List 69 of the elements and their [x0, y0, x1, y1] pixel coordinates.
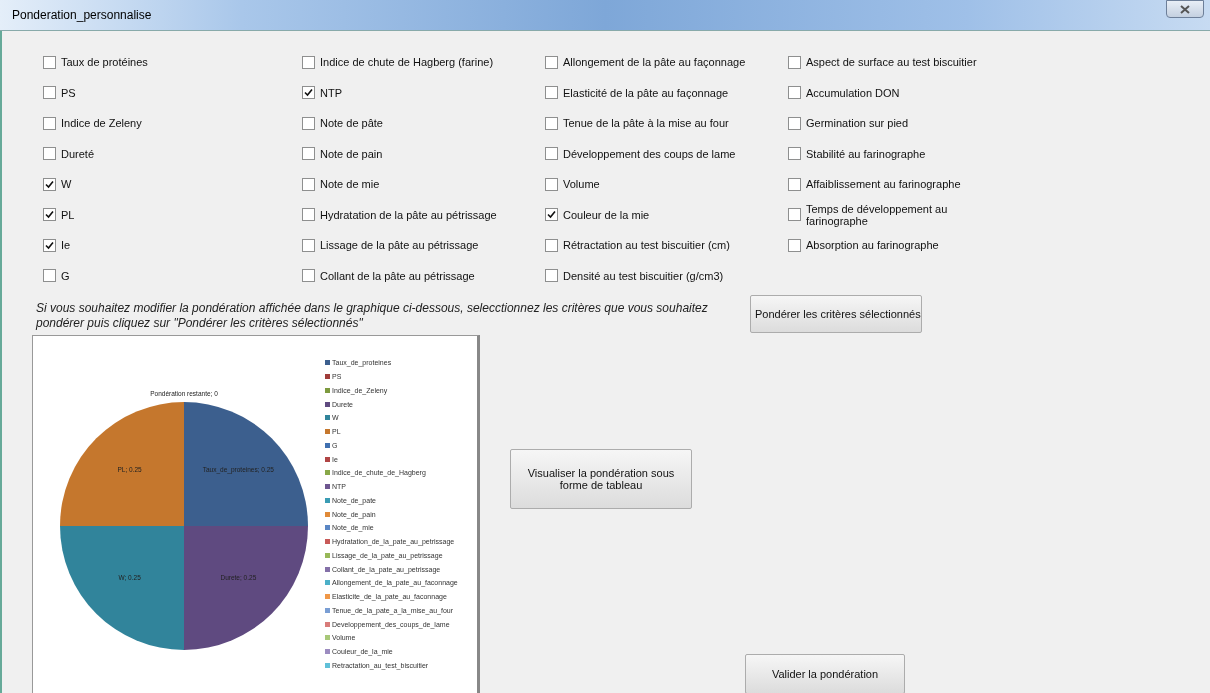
checkbox-label[interactable]: Ie	[61, 239, 71, 252]
checkbox[interactable]	[302, 147, 315, 161]
checkbox[interactable]	[545, 177, 558, 191]
checkbox[interactable]	[788, 86, 801, 100]
checkbox-label[interactable]: Affaiblissement au farinographe	[806, 178, 961, 191]
validate-button[interactable]: Valider la pondération	[745, 654, 905, 693]
checkbox-label[interactable]: Indice de chute de Hagberg (farine)	[320, 56, 494, 69]
checkbox-label[interactable]: NTP	[320, 86, 342, 99]
checkbox[interactable]	[302, 208, 315, 222]
checkbox-label[interactable]: Couleur de la mie	[563, 208, 650, 221]
checkbox[interactable]	[43, 208, 56, 222]
checkbox-label[interactable]: W	[61, 178, 72, 191]
checkbox-label[interactable]: Indice de Zeleny	[61, 117, 142, 130]
instruction-text: Si vous souhaitez modifier la pondération affichée dans le graphique ci-dessous, selecctionnez les critères que vous souhaitez pondérer puis cliquez sur "Pondérer les critères sélectionnés"	[36, 301, 709, 331]
window-title: Ponderation_personnalise	[12, 8, 152, 22]
checkbox-label[interactable]: Stabilité au farinographe	[806, 147, 926, 160]
close-button[interactable]	[1166, 0, 1204, 18]
checkbox-label[interactable]: Elasticité de la pâte au façonnage	[563, 86, 729, 99]
checkbox[interactable]	[302, 269, 315, 283]
checkbox[interactable]	[302, 238, 315, 252]
checkbox[interactable]	[545, 238, 558, 252]
checkbox-label[interactable]: Allongement de la pâte au façonnage	[563, 56, 746, 69]
checkbox[interactable]	[302, 177, 315, 191]
checkbox-label[interactable]: Rétractation au test biscuitier (cm)	[563, 239, 730, 252]
view-table-button[interactable]: Visualiser la pondération sous forme de tableau	[510, 449, 692, 509]
checkbox-label[interactable]: Tenue de la pâte à la mise au four	[563, 117, 729, 130]
close-icon	[1180, 4, 1190, 14]
checkbox[interactable]	[545, 208, 558, 222]
checkbox-label[interactable]: Germination sur pied	[806, 117, 909, 130]
checkbox-label[interactable]: Accumulation DON	[806, 86, 900, 99]
checkbox-label[interactable]: Note de pâte	[320, 117, 383, 130]
checkbox[interactable]	[788, 238, 801, 252]
checkbox[interactable]	[788, 147, 801, 161]
checkbox-label[interactable]: Lissage de la pâte au pétrissage	[320, 239, 479, 252]
weight-button[interactable]: Pondérer les critères sélectionnés	[750, 295, 922, 333]
checkbox[interactable]	[302, 86, 315, 100]
checkbox-label[interactable]: Collant de la pâte au pétrissage	[320, 269, 475, 282]
checkbox-label[interactable]: Note de mie	[320, 178, 380, 191]
checkbox[interactable]	[302, 116, 315, 130]
checkbox[interactable]	[43, 177, 56, 191]
checkbox-label[interactable]: Volume	[563, 178, 600, 191]
checkbox[interactable]	[788, 116, 801, 130]
checkbox[interactable]	[788, 55, 801, 69]
checkbox[interactable]	[43, 116, 56, 130]
checkbox-label[interactable]: Dureté	[61, 147, 95, 160]
checkbox[interactable]	[43, 55, 56, 69]
checkbox-label[interactable]: Aspect de surface au test biscuitier	[806, 56, 977, 69]
checkbox-label[interactable]: PS	[61, 86, 76, 99]
checkbox[interactable]	[545, 86, 558, 100]
checkbox[interactable]	[788, 208, 801, 222]
checkbox-label[interactable]: Temps de développement au farinographe	[806, 202, 988, 227]
checkbox-label[interactable]: Taux de protéines	[61, 56, 148, 69]
checkbox[interactable]	[43, 269, 56, 283]
checkbox-label[interactable]: G	[61, 269, 70, 282]
checkbox-label[interactable]: PL	[61, 208, 75, 221]
checkbox-label[interactable]: Hydratation de la pâte au pétrissage	[320, 208, 497, 221]
checkbox[interactable]	[788, 177, 801, 191]
checkbox[interactable]	[43, 86, 56, 100]
checkbox-label[interactable]: Développement des coups de lame	[563, 147, 736, 160]
checkbox-label[interactable]: Absorption au farinographe	[806, 239, 939, 252]
checkbox[interactable]	[302, 55, 315, 69]
checkbox[interactable]	[43, 238, 56, 252]
checkbox[interactable]	[545, 269, 558, 283]
checkbox[interactable]	[545, 55, 558, 69]
checkbox-label[interactable]: Note de pain	[320, 147, 383, 160]
checkbox[interactable]	[545, 116, 558, 130]
checkbox[interactable]	[43, 147, 56, 161]
checkbox-label[interactable]: Densité au test biscuitier (g/cm3)	[563, 269, 724, 282]
checkbox[interactable]	[545, 147, 558, 161]
